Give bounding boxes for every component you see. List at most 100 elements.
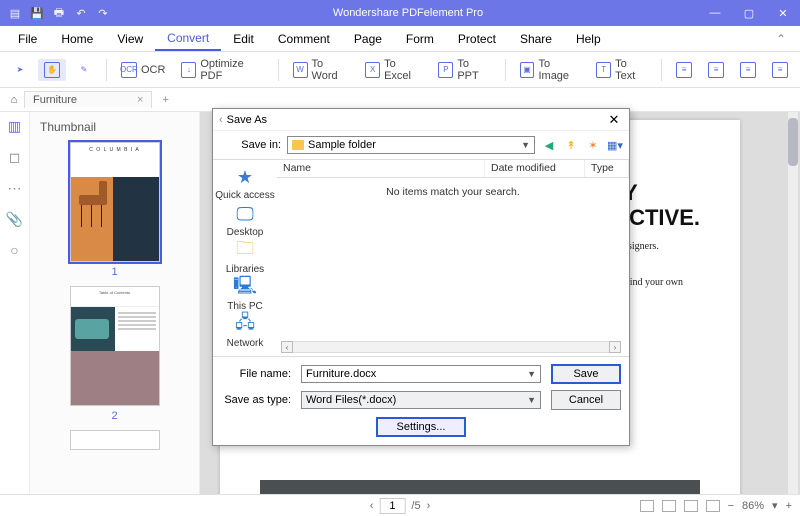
place-desktop[interactable]: 🖵Desktop [227,203,264,238]
folder-icon [292,140,304,150]
menu-bar: File Home View Convert Edit Comment Page… [0,26,800,52]
to-image-button[interactable]: ▣To Image [514,55,587,85]
page-total: /5 [411,500,420,512]
menu-file[interactable]: File [6,28,49,50]
view-facing-icon[interactable] [684,500,698,512]
to-rtf-button[interactable]: ≡ [734,59,762,81]
dialog-close-button[interactable]: ✕ [605,112,623,128]
thumbnail-page-1[interactable]: C O L U M B I A 1 [70,142,160,278]
view-single-icon[interactable] [640,500,654,512]
cancel-button[interactable]: Cancel [551,390,621,410]
app-title: Wondershare PDFelement Pro [118,7,698,19]
page-input[interactable] [379,498,405,514]
place-this-pc[interactable]: 🖳This PC [227,277,263,312]
menu-home[interactable]: Home [49,28,105,50]
next-page-icon[interactable]: › [427,500,431,512]
savein-combo[interactable]: Sample folder ▼ [287,136,535,154]
view-continuous-icon[interactable] [662,500,676,512]
places-bar: ★Quick access 🖵Desktop 🗀Libraries 🖳This … [213,160,277,356]
to-ppt-button[interactable]: PTo PPT [432,55,496,85]
nav-views-icon[interactable]: ▦▾ [607,137,623,153]
saveastype-label: Save as type: [221,394,291,406]
thumbnail-page-2[interactable]: Table of Contents 2 [70,286,160,422]
ocr-button[interactable]: OCROCR [115,59,171,81]
filename-label: File name: [221,368,291,380]
menu-edit[interactable]: Edit [221,28,266,50]
to-text-button[interactable]: TTo Text [590,55,653,85]
menu-protect[interactable]: Protect [446,28,508,50]
thumbnail-header: Thumbnail [30,118,199,142]
view-facing-continuous-icon[interactable] [706,500,720,512]
menu-view[interactable]: View [105,28,155,50]
place-network[interactable]: 🖧Network [227,314,264,349]
maximize-button[interactable]: ▢ [732,0,766,26]
save-button[interactable]: Save [551,364,621,384]
scrollbar-thumb[interactable] [788,118,798,166]
menu-help[interactable]: Help [564,28,613,50]
dialog-back-icon[interactable]: ‹ [219,114,223,126]
zoom-out-icon[interactable]: − [728,500,734,512]
filename-field[interactable]: Furniture.docx▼ [301,365,541,383]
dialog-title: Save As [227,114,605,126]
savein-label: Save in: [219,139,281,151]
col-date[interactable]: Date modified [485,160,585,177]
add-tab-button[interactable]: + [152,94,178,106]
app-icon: ▤ [8,6,22,20]
menu-form[interactable]: Form [394,28,446,50]
to-excel-button[interactable]: XTo Excel [359,55,428,85]
page-navigator: ‹ /5 › [370,498,431,514]
zoom-dropdown-icon[interactable]: ▾ [772,499,778,512]
to-html-button[interactable]: ≡ [702,59,730,81]
select-tool[interactable]: ➤ [6,59,34,81]
scroll-left-icon[interactable]: ‹ [281,341,293,353]
prev-page-icon[interactable]: ‹ [370,500,374,512]
search-panel-icon[interactable]: ○ [10,242,18,258]
attachments-icon[interactable]: 📎 [6,211,23,228]
tab-label: Furniture [33,94,77,106]
scroll-right-icon[interactable]: › [609,341,621,353]
redo-icon[interactable]: ↷ [96,6,110,20]
menu-share[interactable]: Share [508,28,564,50]
col-type[interactable]: Type [585,160,629,177]
menu-comment[interactable]: Comment [266,28,342,50]
edit-tool[interactable]: ✎ [70,59,98,81]
undo-icon[interactable]: ↶ [74,6,88,20]
optimize-button[interactable]: ↓Optimize PDF [175,55,269,85]
to-word-button[interactable]: WTo Word [287,55,356,85]
tab-close-icon[interactable]: × [137,94,143,106]
close-button[interactable]: ✕ [766,0,800,26]
to-other-button[interactable]: ≡ [766,59,794,81]
bookmarks-icon[interactable]: ◻ [9,149,21,166]
place-libraries[interactable]: 🗀Libraries [226,240,264,275]
savein-value: Sample folder [308,139,376,151]
thumbnail-page-3[interactable] [70,430,160,450]
col-name[interactable]: Name [277,160,485,177]
print-icon[interactable]: 🖶 [52,6,66,20]
settings-button[interactable]: Settings... [376,417,466,437]
nav-back-icon[interactable]: ◀ [541,137,557,153]
thumbnails-icon[interactable]: ▥ [8,118,21,135]
save-as-dialog: ‹ Save As ✕ Save in: Sample folder ▼ ◀ ↟… [212,108,630,446]
home-icon[interactable]: ⌂ [4,94,24,106]
comments-icon[interactable]: ⋯ [8,180,22,197]
document-tab[interactable]: Furniture × [24,91,152,108]
menu-page[interactable]: Page [342,28,394,50]
scrollbar-track[interactable] [788,112,798,494]
hand-tool[interactable]: ✋ [38,59,66,81]
save-icon[interactable]: 💾 [30,6,44,20]
collapse-ribbon-icon[interactable]: ⌃ [768,32,794,46]
empty-message: No items match your search. [386,186,520,198]
horizontal-scrollbar[interactable]: ‹ › [281,340,621,354]
zoom-in-icon[interactable]: + [786,500,792,512]
saveastype-field[interactable]: Word Files(*.docx)▼ [301,391,541,409]
place-quick-access[interactable]: ★Quick access [215,166,274,201]
nav-newfolder-icon[interactable]: ✶ [585,137,601,153]
nav-up-icon[interactable]: ↟ [563,137,579,153]
minimize-button[interactable]: — [698,0,732,26]
zoom-value: 86% [742,500,764,512]
left-rail: ▥ ◻ ⋯ 📎 ○ [0,112,30,494]
menu-convert[interactable]: Convert [155,27,221,51]
title-bar: ▤ 💾 🖶 ↶ ↷ Wondershare PDFelement Pro — ▢… [0,0,800,26]
file-list: Name Date modified Type No items match y… [277,160,629,356]
to-epub-button[interactable]: ≡ [670,59,698,81]
